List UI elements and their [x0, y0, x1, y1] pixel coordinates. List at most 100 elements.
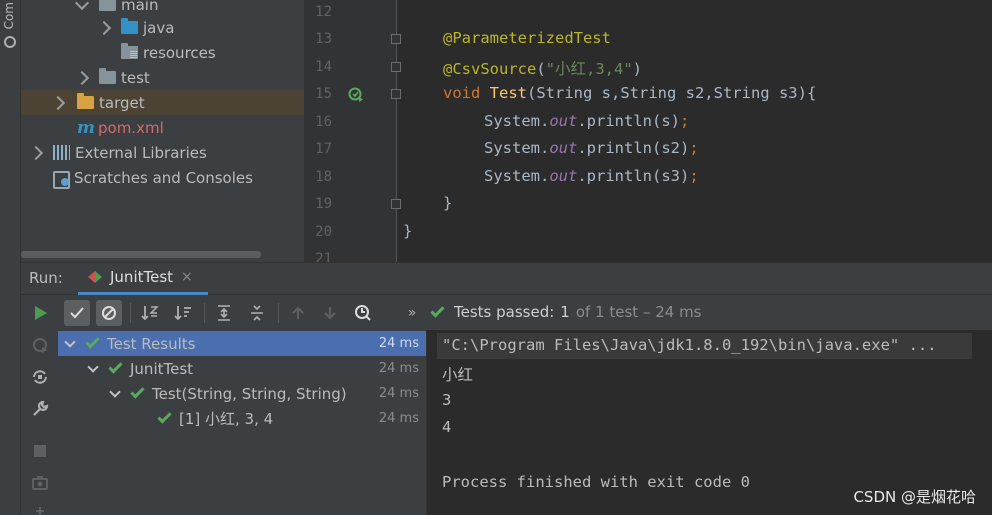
chevron-right-icon[interactable]: [50, 95, 66, 110]
code-line-16: System.out.println(s);: [484, 112, 689, 130]
show-ignored-toggle[interactable]: [96, 300, 122, 326]
maven-icon: m: [77, 117, 95, 138]
sort-alpha-icon: [141, 306, 159, 321]
tree-item-java[interactable]: java: [21, 15, 304, 40]
tree-item-scratches[interactable]: Scratches and Consoles: [21, 165, 304, 190]
code-punct: ): [632, 60, 643, 78]
tree-item-test[interactable]: test: [21, 65, 304, 90]
toolbar-separator: [130, 303, 131, 323]
collapse-all-icon: [251, 305, 263, 321]
source-folder-icon: [121, 18, 138, 34]
left-tool-strip: Com: [0, 0, 21, 515]
static-field: out: [549, 139, 578, 157]
junit-icon: [88, 271, 102, 283]
code-punct: (: [536, 60, 546, 78]
tab-junittest[interactable]: JunitTest ×: [78, 262, 208, 295]
commit-tool-label[interactable]: Com: [2, 2, 16, 29]
sort-alphabetically-button[interactable]: [137, 300, 163, 326]
method-params: (String s,String s2,String s3){: [527, 84, 817, 102]
previous-failed-button[interactable]: [285, 300, 311, 326]
camera-icon[interactable]: [30, 473, 50, 493]
expand-all-button[interactable]: [211, 300, 237, 326]
excluded-folder-icon: [77, 93, 94, 109]
close-icon[interactable]: ×: [181, 269, 193, 285]
tree-item-label: target: [99, 93, 145, 112]
pin-icon[interactable]: [30, 501, 50, 515]
tree-item-label: java: [143, 18, 175, 37]
code-semicolon: ;: [689, 139, 699, 157]
chevron-down-icon[interactable]: [109, 385, 121, 398]
result-time: 24 ms: [378, 386, 419, 401]
sort-duration-icon: [174, 306, 191, 321]
tree-item-external-libraries[interactable]: External Libraries: [21, 140, 304, 165]
passed-check-icon: [130, 384, 145, 399]
chevron-down-icon[interactable]: [74, 0, 90, 10]
tree-item-target[interactable]: target: [21, 90, 304, 115]
fold-marker-icon[interactable]: [391, 34, 401, 44]
line-number: 21: [315, 251, 332, 262]
console-line: 4: [442, 418, 452, 436]
tree-item-label: resources: [143, 43, 216, 62]
chevron-down-icon[interactable]: [87, 360, 99, 373]
console-line: Process finished with exit code 0: [442, 473, 750, 491]
code-text: System.: [484, 139, 550, 157]
status-count: 1: [560, 303, 570, 321]
console-line[interactable]: "C:\Program Files\Java\jdk1.8.0_192\bin\…: [442, 336, 937, 354]
tree-item-resources[interactable]: resources: [21, 40, 304, 65]
result-row-method[interactable]: Test(String, String, String) 24 ms: [58, 381, 426, 406]
fold-marker-icon[interactable]: [391, 199, 401, 209]
arrow-down-icon: [324, 307, 336, 320]
chevron-right-icon[interactable]: [96, 20, 112, 35]
result-label: [1] 小红, 3, 4: [179, 410, 274, 428]
chevron-right-icon[interactable]: [74, 70, 90, 85]
tree-item-label: External Libraries: [75, 143, 207, 162]
test-history-button[interactable]: [350, 300, 376, 326]
commit-icon[interactable]: [4, 36, 16, 48]
line-number: 12: [315, 4, 332, 20]
ignored-icon: [102, 306, 116, 320]
code-text: .println(s3): [577, 167, 690, 185]
toggle-auto-test-icon[interactable]: [30, 367, 50, 387]
run-test-gutter-icon[interactable]: [348, 86, 364, 102]
resources-folder-icon: [121, 43, 138, 59]
console-line: 小红: [442, 366, 474, 384]
libraries-icon: [53, 145, 70, 160]
more-icon[interactable]: »: [399, 300, 425, 326]
result-time: 24 ms: [378, 361, 419, 376]
stop-icon[interactable]: [30, 441, 50, 461]
wrench-icon[interactable]: [30, 399, 50, 419]
tree-item-label: test: [121, 68, 150, 87]
code-line-14: @CsvSource("小红,3,4"): [443, 57, 642, 79]
fold-marker-icon[interactable]: [391, 89, 401, 99]
collapse-all-button[interactable]: [244, 300, 270, 326]
clock-icon: [355, 305, 371, 321]
rerun-failed-icon[interactable]: [30, 335, 50, 355]
console-output[interactable]: "C:\Program Files\Java\jdk1.8.0_192\bin\…: [426, 330, 992, 515]
check-icon: [70, 307, 84, 319]
result-row-invocation[interactable]: [1] 小红, 3, 4 24 ms: [58, 406, 426, 431]
line-number: 20: [315, 224, 332, 240]
run-icon[interactable]: [30, 303, 50, 323]
passed-check-icon: [85, 334, 100, 349]
chevron-down-icon[interactable]: [64, 335, 76, 348]
tree-item-pom[interactable]: m pom.xml: [21, 115, 304, 140]
toolbar-separator: [204, 303, 205, 323]
line-number: 16: [315, 114, 332, 130]
console-line: 3: [442, 391, 452, 409]
code-line-15: void Test(String s,String s2,String s3){: [443, 84, 816, 102]
annotation: @CsvSource: [443, 60, 537, 78]
horizontal-scrollbar[interactable]: [21, 251, 261, 258]
chevron-right-icon[interactable]: [28, 145, 44, 160]
result-row-root[interactable]: Test Results 24 ms: [58, 331, 426, 356]
line-number: 14: [315, 59, 332, 75]
next-failed-button[interactable]: [317, 300, 343, 326]
static-field: out: [549, 167, 578, 185]
run-side-toolbar: [21, 295, 58, 515]
sort-by-duration-button[interactable]: [170, 300, 196, 326]
show-passed-toggle[interactable]: [64, 300, 90, 326]
result-row-class[interactable]: JunitTest 24 ms: [58, 356, 426, 381]
code-line-18: System.out.println(s3);: [484, 167, 699, 185]
code-line-19: }: [443, 194, 453, 212]
fold-marker-icon[interactable]: [391, 62, 401, 72]
passed-check-icon: [108, 359, 123, 374]
